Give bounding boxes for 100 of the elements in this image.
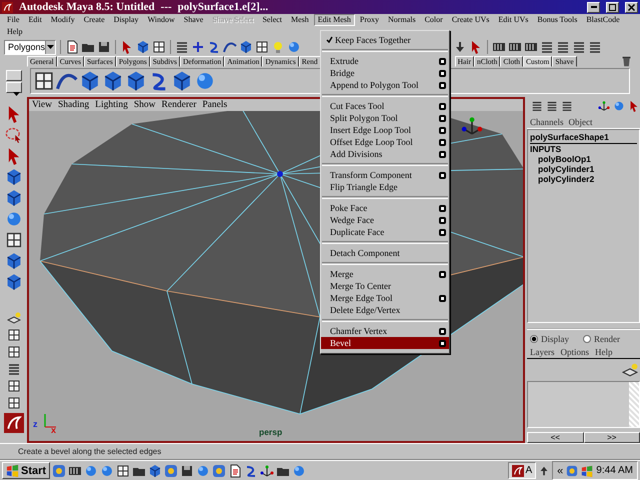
menu-item[interactable]: Proxy: [356, 14, 384, 26]
menu-item[interactable]: Help: [3, 26, 27, 38]
menu-item[interactable]: Merge Edge Tool: [321, 292, 449, 304]
shelf-menu-button[interactable]: [6, 70, 22, 80]
menu-item[interactable]: File: [3, 14, 24, 26]
panel-menu[interactable]: Lighting: [95, 99, 128, 111]
option-box-icon[interactable]: [439, 58, 446, 64]
cube-icon[interactable]: [125, 70, 147, 92]
menu-item[interactable]: Split Polygon Tool: [321, 112, 449, 124]
axes-icon[interactable]: [598, 100, 610, 112]
arrow-icon[interactable]: [453, 40, 467, 54]
option-box-icon[interactable]: [439, 126, 446, 134]
grid-icon[interactable]: [152, 40, 166, 54]
grid-icon[interactable]: [4, 231, 22, 249]
option-box-icon[interactable]: [439, 294, 446, 302]
lines-icon[interactable]: [6, 362, 20, 376]
panel-menu[interactable]: Shading: [58, 99, 90, 111]
menu-item[interactable]: Insert Edge Loop Tool: [321, 124, 449, 136]
lasso-icon[interactable]: [4, 126, 22, 144]
taskbar-button[interactable]: A: [508, 462, 536, 479]
cube-icon[interactable]: [102, 70, 124, 92]
menu-item[interactable]: Merge: [321, 268, 449, 280]
panel-menu[interactable]: View: [32, 99, 52, 111]
scrollbar[interactable]: [629, 382, 639, 427]
option-box-icon[interactable]: [439, 270, 446, 278]
layer-menu[interactable]: Help: [595, 346, 613, 358]
shelf-arrow-button[interactable]: [6, 82, 22, 92]
menu-item[interactable]: Display: [110, 14, 143, 26]
save-icon[interactable]: [97, 40, 111, 54]
list-icon[interactable]: [561, 100, 573, 112]
list-icon[interactable]: [556, 40, 570, 54]
menu-item[interactable]: Keep Faces Together: [321, 34, 449, 46]
node-name[interactable]: polySurfaceShape1: [530, 132, 637, 144]
film-icon[interactable]: [524, 40, 538, 54]
layer-menu[interactable]: Layers: [530, 346, 554, 358]
menu-item[interactable]: Create UVs: [448, 14, 494, 26]
trash-icon[interactable]: [621, 56, 632, 67]
menu-item[interactable]: Edit UVs: [494, 14, 532, 26]
list-icon[interactable]: [588, 40, 602, 54]
new-layer-icon[interactable]: [622, 362, 638, 378]
start-button[interactable]: Start: [2, 462, 50, 479]
cube-icon[interactable]: [79, 70, 101, 92]
grid-icon[interactable]: [6, 396, 20, 410]
maximize-button[interactable]: [606, 2, 619, 12]
grid-icon[interactable]: [6, 345, 20, 359]
radio-button[interactable]: Display: [530, 334, 569, 344]
mode-dropdown[interactable]: Polygons: [4, 40, 56, 54]
cube-icon[interactable]: [239, 40, 253, 54]
menu-item[interactable]: Append to Polygon Tool: [321, 79, 449, 91]
menu-item[interactable]: Poke Face: [321, 202, 449, 214]
menu-item[interactable]: Edit: [24, 14, 46, 26]
menu-item[interactable]: Offset Edge Loop Tool: [321, 136, 449, 148]
curve-icon[interactable]: [223, 40, 237, 54]
grid-icon[interactable]: [6, 328, 20, 342]
cube-icon[interactable]: [4, 252, 22, 270]
option-box-icon[interactable]: [439, 82, 446, 88]
radio-button[interactable]: Render: [583, 334, 620, 344]
channel-menu[interactable]: Object: [568, 116, 592, 128]
option-box-icon[interactable]: [439, 138, 446, 146]
cube-icon[interactable]: [171, 70, 193, 92]
radio-dot-icon[interactable]: [530, 335, 538, 343]
option-box-icon[interactable]: [439, 150, 446, 158]
panel-menu[interactable]: Panels: [202, 99, 228, 111]
plus-icon[interactable]: [191, 40, 205, 54]
channel-menu[interactable]: Channels: [530, 116, 564, 128]
manipulator-icon[interactable]: [461, 115, 483, 137]
input-node[interactable]: polyCylinder2: [530, 174, 637, 184]
list-icon[interactable]: [572, 40, 586, 54]
new-file-icon[interactable]: [65, 40, 79, 54]
menu-item[interactable]: Chamfer Vertex: [321, 325, 449, 337]
list-icon[interactable]: [531, 100, 543, 112]
film-icon[interactable]: [492, 40, 506, 54]
menu-item[interactable]: Flip Triangle Edge: [321, 181, 449, 193]
cube-icon[interactable]: [4, 273, 22, 291]
menu-item[interactable]: Select: [258, 14, 286, 26]
minimize-button[interactable]: [587, 2, 600, 12]
input-node[interactable]: polyCylinder1: [530, 164, 637, 174]
menu-item[interactable]: Bevel: [321, 337, 449, 349]
grid-icon[interactable]: [255, 40, 269, 54]
option-box-icon[interactable]: [439, 70, 446, 76]
menu-item[interactable]: Delete Edge/Vertex: [321, 304, 449, 316]
menu-item[interactable]: Extrude: [321, 55, 449, 67]
menu-item[interactable]: Window: [144, 14, 179, 26]
layer-icon[interactable]: [6, 311, 20, 325]
menu-item[interactable]: Transform Component: [321, 169, 449, 181]
menu-item[interactable]: Cut Faces Tool: [321, 100, 449, 112]
lines-icon[interactable]: [175, 40, 189, 54]
option-box-icon[interactable]: [439, 114, 446, 122]
menu-item[interactable]: Add Divisions: [321, 148, 449, 160]
layer-menu[interactable]: Options: [560, 346, 590, 358]
input-node[interactable]: polyBoolOp1: [530, 154, 637, 164]
radio-dot-icon[interactable]: [583, 335, 591, 343]
option-box-icon[interactable]: [439, 328, 446, 334]
panel-menu[interactable]: Renderer: [162, 99, 196, 111]
menu-item[interactable]: Modify: [46, 14, 79, 26]
menu-item[interactable]: Create: [80, 14, 109, 26]
option-box-icon[interactable]: [439, 172, 446, 178]
panel-menu[interactable]: Show: [134, 99, 156, 111]
app-logo-icon[interactable]: [4, 413, 24, 433]
cube-icon[interactable]: [4, 189, 22, 207]
